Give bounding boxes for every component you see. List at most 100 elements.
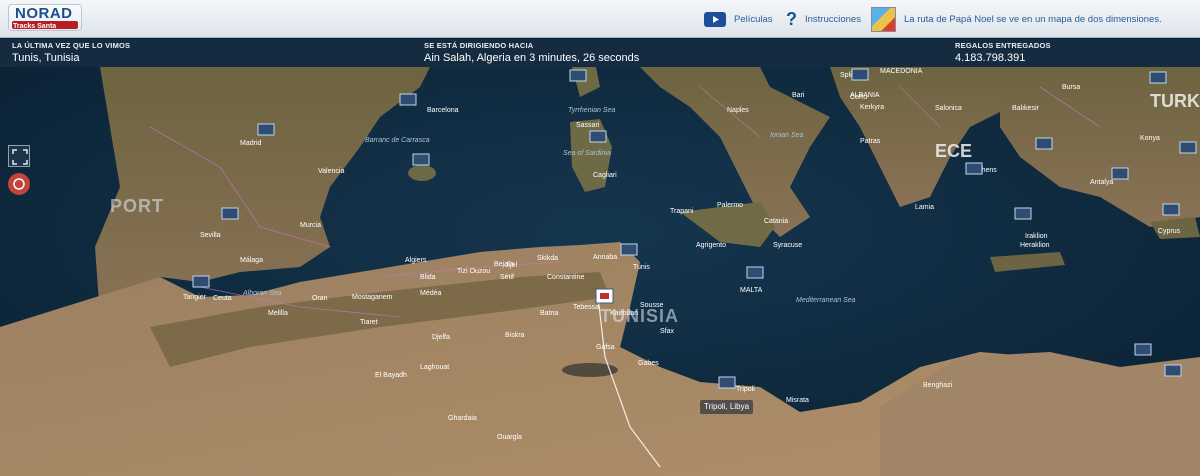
label-ionian-sea: Ionian Sea: [770, 132, 804, 139]
last-seen-value: Tunis, Tunisia: [12, 52, 80, 64]
city-salonica: Salonica: [935, 105, 962, 112]
city-iraklion: Iraklion: [1025, 233, 1048, 240]
city-laghouat: Laghouat: [420, 364, 449, 371]
city-ceuta: Ceuta: [213, 295, 232, 302]
camera-marker[interactable]: [1164, 364, 1182, 377]
gifts-delivered: REGALOS ENTREGADOS 4.183.798.391: [955, 41, 1051, 64]
camera-marker[interactable]: [192, 275, 210, 288]
logo-text: NORAD: [15, 5, 73, 22]
city-malta: MALTA: [740, 287, 763, 294]
map-canvas[interactable]: PORT TUNISIA TURKEY ECE Tyrrhenian Sea S…: [0, 67, 1200, 476]
camera-marker[interactable]: [1014, 207, 1032, 220]
balearic-islands: [408, 165, 436, 181]
nav-movies[interactable]: Películas: [704, 0, 773, 38]
top-bar: NORAD Tracks Santa Películas ? Instrucci…: [0, 0, 1200, 38]
reset-view-icon[interactable]: [8, 173, 30, 195]
label-alboran-sea: Alboran Sea: [242, 290, 282, 297]
heading-to-label: SE ESTÁ DIRIGIENDO HACIA: [424, 41, 534, 50]
city-madrid: Madrid: [240, 140, 262, 147]
nav-instructions[interactable]: ? Instrucciones: [786, 0, 861, 38]
city-tebessa: Tebessa: [573, 304, 599, 311]
question-icon: ?: [786, 8, 797, 29]
city-oran: Oran: [312, 295, 328, 302]
label-portugal: PORT: [110, 196, 164, 216]
city-macedonia: MACEDONIA: [880, 68, 923, 75]
camera-marker[interactable]: [569, 69, 587, 82]
city-syracuse: Syracuse: [773, 242, 802, 249]
label-sea-sardinia: Sea of Sardinia: [563, 150, 611, 157]
city-albania: ALBANIA: [850, 92, 880, 99]
map-2d-icon: [871, 6, 896, 32]
city-medea: Médéa: [420, 290, 442, 297]
city-antalya: Antalya: [1090, 179, 1113, 186]
camera-marker[interactable]: [746, 266, 764, 279]
santa-marker[interactable]: [595, 288, 614, 304]
camera-marker[interactable]: [1149, 71, 1167, 84]
city-gafsa: Gafsa: [596, 344, 615, 351]
city-agrigento: Agrigento: [696, 242, 726, 249]
city-patras: Patras: [860, 138, 881, 145]
city-skikda: Skikda: [537, 255, 558, 262]
city-balikesir: Balıkesir: [1012, 105, 1040, 112]
city-sfax: Sfax: [660, 328, 675, 335]
city-misrata: Misrata: [786, 397, 809, 404]
last-seen: LA ÚLTIMA VEZ QUE LO VIMOS Tunis, Tunisi…: [12, 41, 130, 64]
nav-route-label: La ruta de Papá Noel se ve en un mapa de…: [904, 13, 1162, 25]
city-kerkyra: Kerkyra: [860, 104, 884, 111]
logo-subtext: Tracks Santa: [13, 23, 57, 30]
city-algiers: Algiers: [405, 257, 427, 264]
city-catania: Catania: [764, 218, 788, 225]
camera-marker[interactable]: [1134, 343, 1152, 356]
camera-marker[interactable]: [851, 68, 869, 81]
camera-marker[interactable]: [965, 162, 983, 175]
city-gabes: Gabes: [638, 360, 659, 367]
city-sousse: Sousse: [640, 302, 663, 309]
camera-marker[interactable]: [412, 153, 430, 166]
last-seen-label: LA ÚLTIMA VEZ QUE LO VIMOS: [12, 41, 131, 50]
norad-logo[interactable]: NORAD Tracks Santa: [8, 4, 82, 31]
city-constantine: Constantine: [547, 274, 584, 281]
city-murcia: Murcia: [300, 222, 321, 229]
city-sassari: Sassari: [576, 122, 600, 129]
camera-marker[interactable]: [399, 93, 417, 106]
label-tyrrhenian-sea: Tyrrhenian Sea: [568, 107, 615, 114]
camera-marker[interactable]: [1035, 137, 1053, 150]
nav-route-2d[interactable]: La ruta de Papá Noel se ve en un mapa de…: [871, 0, 1162, 38]
label-mediterranean-sea: Mediterranean Sea: [796, 297, 856, 304]
city-tizi-ouzou: Tizi Ouzou: [457, 268, 490, 275]
city-jijel: Jijel: [505, 262, 518, 269]
city-annaba: Annaba: [593, 254, 617, 261]
app-root: NORAD Tracks Santa Películas ? Instrucci…: [0, 0, 1200, 476]
film-icon: [704, 11, 726, 27]
camera-marker[interactable]: [1162, 203, 1180, 216]
city-trapani: Trapani: [670, 208, 694, 215]
fullscreen-icon[interactable]: [8, 145, 30, 167]
location-tooltip: Tripoli, Libya: [700, 400, 754, 414]
city-el-bayadh: El Bayadh: [375, 372, 407, 379]
camera-marker[interactable]: [620, 243, 638, 256]
gifts-value: 4.183.798.391: [955, 52, 1026, 64]
city-benghazi: Benghazi: [923, 382, 953, 389]
city-cagliari: Cagliari: [593, 172, 617, 179]
city-tangier: Tangier: [183, 294, 207, 301]
camera-marker[interactable]: [1111, 167, 1129, 180]
status-bar: LA ÚLTIMA VEZ QUE LO VIMOS Tunis, Tunisi…: [0, 39, 1200, 67]
map-view[interactable]: PORT TUNISIA TURKEY ECE Tyrrhenian Sea S…: [0, 67, 1200, 476]
city-blida: Blida: [420, 274, 436, 281]
city-sevilla: Sevilla: [200, 232, 221, 239]
city-malaga: Málaga: [240, 257, 263, 264]
camera-marker[interactable]: [1179, 141, 1197, 154]
camera-marker[interactable]: [589, 130, 607, 143]
city-biskra: Biskra: [505, 332, 525, 339]
camera-marker[interactable]: [221, 207, 239, 220]
city-batna: Batna: [540, 310, 558, 317]
city-barcelona: Barcelona: [427, 107, 459, 114]
camera-marker[interactable]: [718, 376, 736, 389]
city-heraklion: Heraklion: [1020, 242, 1050, 249]
city-mostaganem: Mostaganem: [352, 294, 393, 301]
label-turkey: TURKEY: [1150, 91, 1200, 111]
camera-marker[interactable]: [257, 123, 275, 136]
city-cyprus: Cyprus: [1158, 228, 1181, 235]
heading-to-value: Ain Salah, Algeria en 3 minutes, 26 seco…: [424, 52, 640, 64]
city-tripoli: Tripoli: [736, 386, 755, 393]
